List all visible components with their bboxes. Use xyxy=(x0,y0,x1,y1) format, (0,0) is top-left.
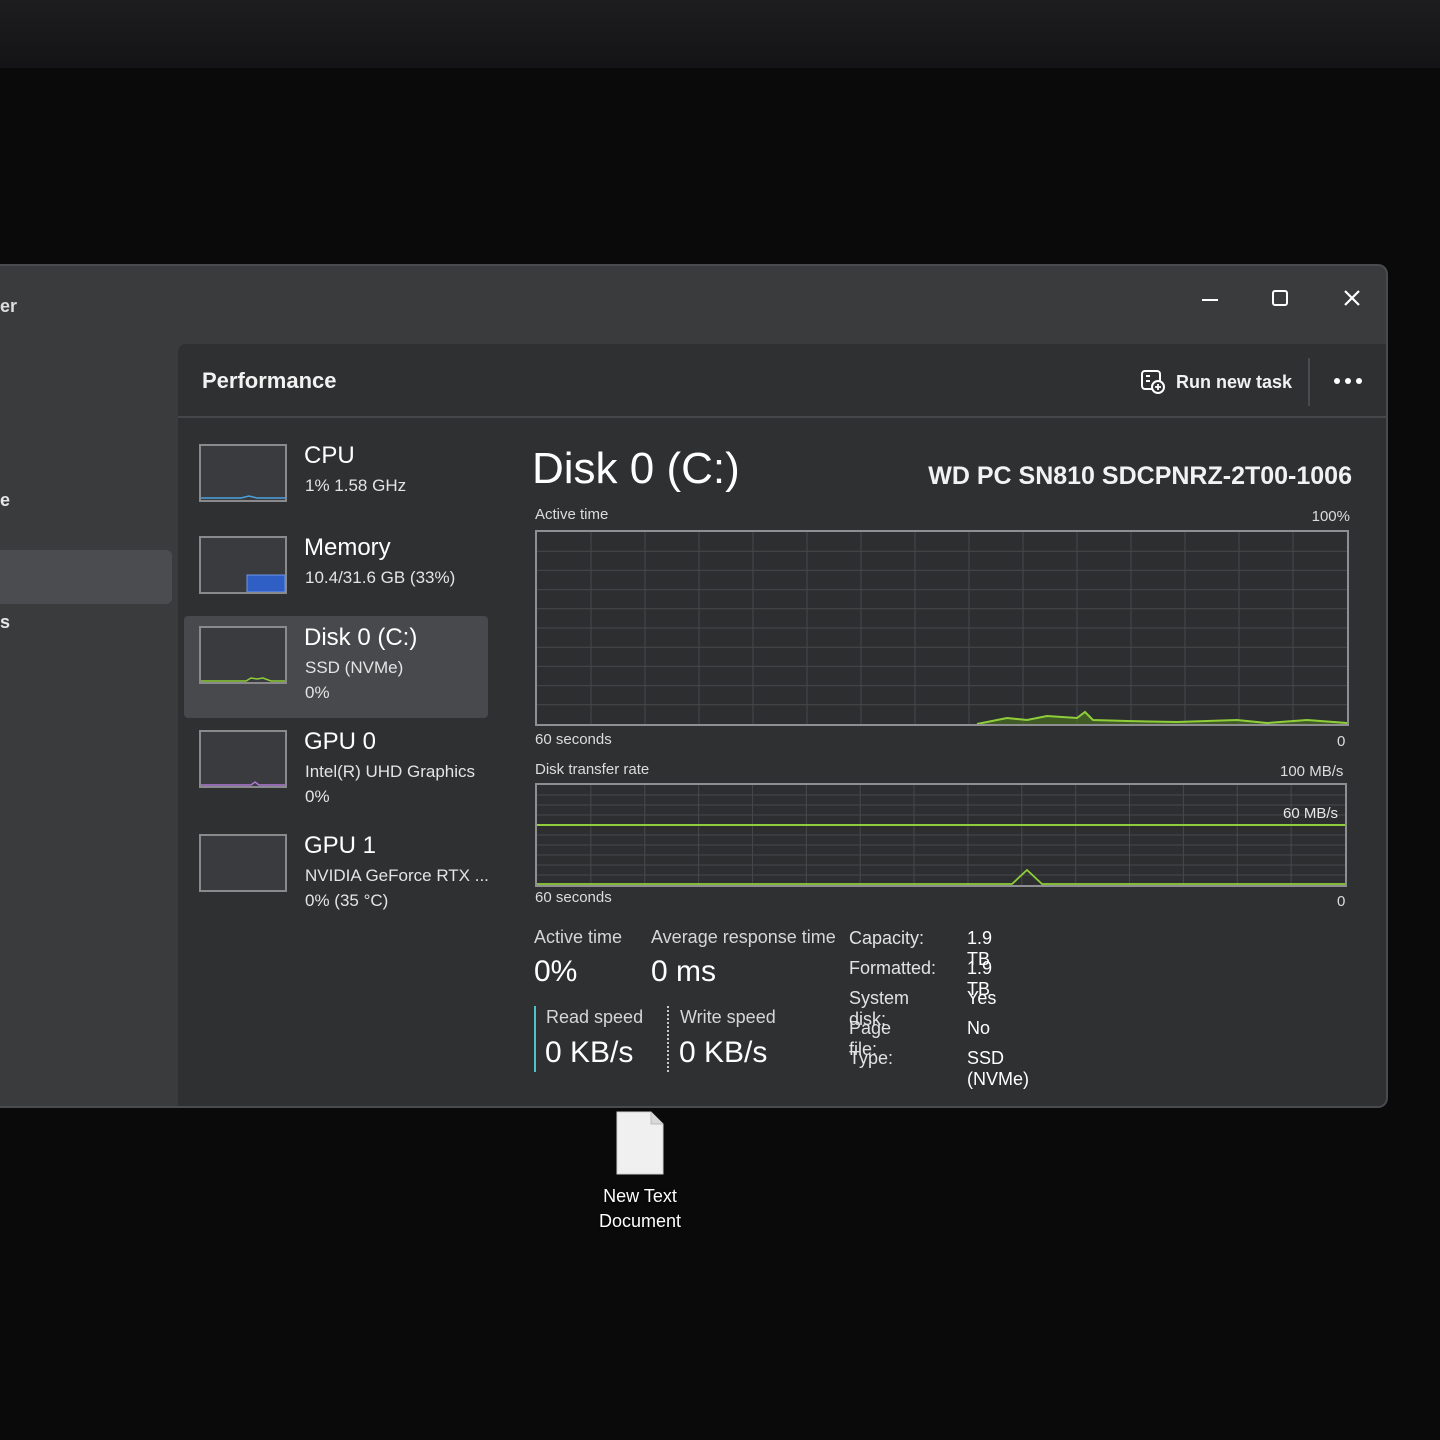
avg-response-time-value: 0 ms xyxy=(651,955,717,988)
device-usage: 0% xyxy=(305,787,330,806)
header-divider xyxy=(1308,358,1310,406)
active-time-graph-max: 100% xyxy=(1311,508,1350,525)
read-speed-label: Read speed xyxy=(546,1007,644,1027)
property-key: Capacity: xyxy=(849,928,925,948)
device-detail: 10.4/31.6 GB (33%) xyxy=(305,568,456,587)
device-name: CPU xyxy=(304,442,355,469)
device-detail: NVIDIA GeForce RTX ... xyxy=(305,866,489,885)
device-usage: 0% xyxy=(305,683,330,702)
device-name: Memory xyxy=(304,534,391,561)
desktop-file-new-text-document[interactable]: New Text Document xyxy=(590,1110,690,1234)
more-icon xyxy=(1334,378,1362,384)
property-value: SSD (NVMe) xyxy=(967,1048,1029,1089)
minimize-button[interactable] xyxy=(1180,276,1240,320)
close-icon xyxy=(1344,290,1360,306)
sidebar-item-label: s xyxy=(0,612,11,632)
maximize-button[interactable] xyxy=(1250,276,1310,320)
device-name: Disk 0 (C:) xyxy=(304,624,418,651)
active-time-graph-label: Active time xyxy=(535,506,609,523)
active-time-graph xyxy=(535,530,1349,726)
property-key: Formatted: xyxy=(849,958,937,978)
run-new-task-button[interactable]: Run new task xyxy=(1140,366,1292,398)
device-detail: Intel(R) UHD Graphics xyxy=(305,762,476,781)
gpu0-thumbnail-graph xyxy=(199,730,287,788)
write-speed-value: 0 KB/s xyxy=(679,1036,768,1069)
desktop-icon-label: New Text Document xyxy=(590,1184,690,1234)
active-time-graph-min: 0 xyxy=(1337,733,1346,750)
transfer-rate-graph-max: 100 MB/s xyxy=(1280,763,1344,780)
active-time-label: Active time xyxy=(534,927,623,947)
device-detail: 1% 1.58 GHz xyxy=(305,476,407,495)
gpu1-thumbnail-graph xyxy=(199,834,287,892)
property-key: Type: xyxy=(849,1048,894,1068)
device-item-cpu[interactable]: CPU 1% 1.58 GHz xyxy=(184,434,488,536)
memory-thumbnail-graph xyxy=(199,536,287,594)
device-name: GPU 1 xyxy=(304,832,377,859)
active-time-value: 0% xyxy=(534,955,578,988)
cpu-thumbnail-graph xyxy=(199,444,287,502)
minimize-icon xyxy=(1202,299,1218,301)
device-detail: SSD (NVMe) xyxy=(305,658,404,677)
monitor-bezel xyxy=(0,0,1440,68)
desktop-icon-label-line2: Document xyxy=(598,1211,682,1231)
disk-model: WD PC SN810 SDCPNRZ-2T00-1006 xyxy=(928,462,1352,490)
device-name: GPU 0 xyxy=(304,728,377,755)
device-item-gpu1[interactable]: GPU 1 NVIDIA GeForce RTX ... 0% (35 °C) xyxy=(184,824,489,926)
sidebar-item-performance[interactable] xyxy=(0,550,172,604)
run-task-label: Run new task xyxy=(1176,371,1293,392)
sidebar-item-label: e xyxy=(0,490,11,510)
transfer-rate-graph xyxy=(535,783,1347,887)
write-speed-indicator xyxy=(667,1006,669,1072)
transfer-rate-graph-min: 0 xyxy=(1337,893,1346,910)
disk-title: Disk 0 (C:) xyxy=(532,444,740,493)
device-item-disk0-card[interactable]: Disk 0 (C:) SSD (NVMe) 0% xyxy=(184,616,488,718)
read-speed-indicator xyxy=(534,1006,536,1072)
disk-thumbnail-graph xyxy=(199,626,287,684)
window-title: er xyxy=(0,296,18,316)
performance-page: Performance Run new task CPU 1% 1.58 GHz… xyxy=(178,344,1386,1106)
transfer-rate-graph-duration: 60 seconds xyxy=(535,889,612,906)
transfer-rate-graph-mid: 60 MB/s xyxy=(1283,805,1339,822)
page-header: Performance Run new task xyxy=(178,344,1386,418)
more-options-button[interactable] xyxy=(1326,364,1370,398)
device-item-memory[interactable]: Memory 10.4/31.6 GB (33%) xyxy=(184,526,488,628)
device-item-gpu0[interactable]: GPU 0 Intel(R) UHD Graphics 0% xyxy=(184,720,488,822)
text-document-icon xyxy=(616,1111,664,1175)
transfer-rate-graph-label: Disk transfer rate xyxy=(535,761,650,778)
property-value: Yes xyxy=(967,988,997,1008)
maximize-icon xyxy=(1272,290,1288,306)
transfer-rate-series-line xyxy=(537,868,1345,885)
avg-response-time-label: Average response time xyxy=(651,927,836,947)
active-time-graph-duration: 60 seconds xyxy=(535,731,612,748)
property-value: No xyxy=(967,1018,991,1038)
run-task-icon xyxy=(1141,370,1165,394)
close-button[interactable] xyxy=(1322,276,1382,320)
page-title: Performance xyxy=(202,368,337,393)
sidebar-nav: e s xyxy=(0,344,178,1106)
read-speed-value: 0 KB/s xyxy=(545,1036,634,1069)
desktop-icon-label-line1: New Text xyxy=(603,1186,677,1206)
device-usage: 0% (35 °C) xyxy=(305,891,389,910)
write-speed-label: Write speed xyxy=(680,1007,776,1027)
